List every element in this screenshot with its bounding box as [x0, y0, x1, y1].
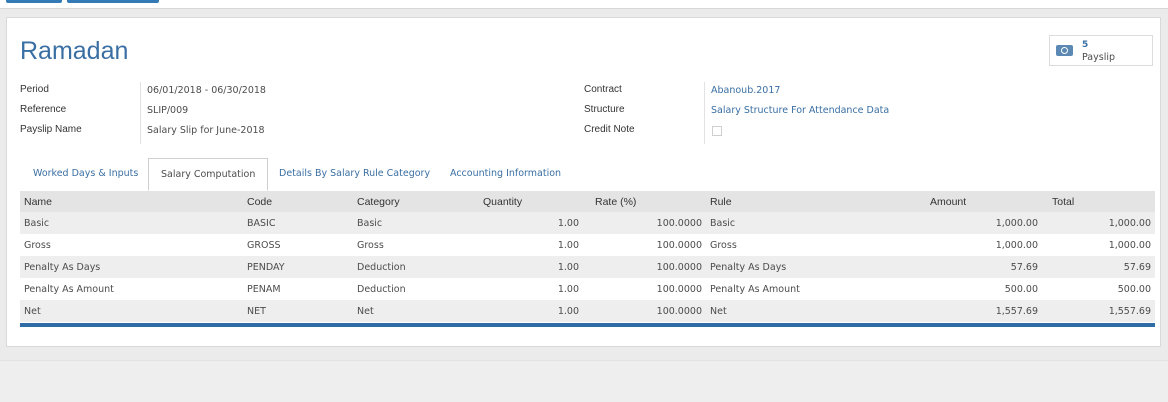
- cell-name: Penalty As Amount: [24, 283, 114, 295]
- cell-quantity: 1.00: [479, 212, 583, 234]
- tab-salary-computation[interactable]: Salary Computation: [148, 158, 269, 191]
- column-header-code[interactable]: Code: [243, 191, 353, 212]
- right-group-separator: [704, 82, 705, 144]
- table-row[interactable]: Net NET Net 1.00 100.0000 Net 1,557.69 1…: [20, 300, 1155, 322]
- reference-label: Reference: [20, 104, 67, 115]
- cell-rate: 100.0000: [583, 212, 706, 234]
- contract-link[interactable]: Abanoub.2017: [711, 85, 780, 96]
- top-button-2[interactable]: [67, 0, 159, 3]
- cell-rule: Gross: [710, 239, 737, 251]
- cell-rate: 100.0000: [656, 283, 702, 295]
- payslip-name-label: Payslip Name: [20, 124, 82, 135]
- chatter-area: [0, 360, 1168, 402]
- table-header-row: Name Code Category Quantity Rate (%) Rul…: [20, 191, 1155, 212]
- cell-amount: 500.00: [1004, 283, 1038, 295]
- cell-category: Deduction: [353, 256, 479, 278]
- cell-category: Deduction: [357, 283, 406, 295]
- cell-code: NET: [243, 300, 353, 322]
- cell-rule: Net: [706, 300, 930, 322]
- cell-quantity: 1.00: [479, 256, 583, 278]
- cell-total: 500.00: [1117, 283, 1151, 295]
- payslip-name-value[interactable]: Salary Slip for June-2018: [147, 125, 265, 136]
- top-control-strip: [0, 0, 1168, 9]
- cell-amount: 1,000.00: [995, 239, 1038, 251]
- cell-name: Penalty As Days: [20, 256, 243, 278]
- left-group-separator: [140, 82, 141, 144]
- reference-value[interactable]: SLIP/009: [147, 105, 188, 116]
- credit-note-checkbox[interactable]: [712, 126, 722, 136]
- tab-worked-days-inputs[interactable]: Worked Days & Inputs: [33, 168, 138, 179]
- column-header-amount[interactable]: Amount: [930, 191, 1042, 212]
- table-row[interactable]: Penalty As Days PENDAY Deduction 1.00 10…: [20, 256, 1155, 278]
- cell-rate: 100.0000: [656, 239, 702, 251]
- cell-code: GROSS: [247, 239, 281, 251]
- cell-rule: Penalty As Amount: [710, 283, 800, 295]
- table-row[interactable]: Penalty As Amount PENAM Deduction 1.00 1…: [20, 278, 1155, 300]
- cell-code: PENAM: [247, 283, 281, 295]
- cell-code: PENDAY: [243, 256, 353, 278]
- cell-name: Gross: [24, 239, 51, 251]
- table-row[interactable]: Basic BASIC Basic 1.00 100.0000 Basic 1,…: [20, 212, 1155, 234]
- top-button-1[interactable]: [6, 0, 62, 3]
- cell-amount: 57.69: [930, 256, 1042, 278]
- column-header-total[interactable]: Total: [1042, 191, 1155, 212]
- column-header-category[interactable]: Category: [353, 191, 479, 212]
- cell-rule: Penalty As Days: [706, 256, 930, 278]
- contract-label: Contract: [584, 84, 622, 95]
- tab-accounting-information[interactable]: Accounting Information: [450, 168, 561, 179]
- period-value[interactable]: 06/01/2018 - 06/30/2018: [147, 85, 266, 96]
- form-sheet: Ramadan 5 Payslip Period 06/01/2018 - 06…: [6, 17, 1161, 347]
- cell-amount: 1,000.00: [930, 212, 1042, 234]
- record-title: Ramadan: [20, 37, 129, 65]
- column-header-name[interactable]: Name: [20, 191, 243, 212]
- tab-details-by-salary-rule-category[interactable]: Details By Salary Rule Category: [279, 168, 430, 179]
- cell-total: 1,000.00: [1042, 212, 1155, 234]
- payslip-smart-button[interactable]: 5 Payslip: [1049, 35, 1153, 66]
- column-header-quantity[interactable]: Quantity: [479, 191, 583, 212]
- cell-total: 1,557.69: [1042, 300, 1155, 322]
- period-label: Period: [20, 84, 49, 95]
- cell-name: Net: [20, 300, 243, 322]
- cell-rate: 100.0000: [583, 300, 706, 322]
- cell-total: 1,000.00: [1108, 239, 1151, 251]
- salary-computation-table: Name Code Category Quantity Rate (%) Rul…: [20, 191, 1155, 322]
- table-row[interactable]: Gross GROSS Gross 1.00 100.0000 Gross 1,…: [20, 234, 1155, 256]
- payslip-count: 5: [1082, 40, 1089, 50]
- credit-note-label: Credit Note: [584, 124, 635, 135]
- cell-amount: 1,557.69: [930, 300, 1042, 322]
- column-header-rate[interactable]: Rate (%): [583, 191, 706, 212]
- cell-name: Basic: [20, 212, 243, 234]
- cell-quantity: 1.00: [557, 239, 579, 251]
- cell-category: Net: [353, 300, 479, 322]
- payslip-label: Payslip: [1082, 52, 1116, 63]
- cell-quantity: 1.00: [479, 300, 583, 322]
- notebook-tabs: Worked Days & Inputs Salary Computation …: [20, 158, 1155, 192]
- column-header-rule[interactable]: Rule: [706, 191, 930, 212]
- money-icon: [1056, 45, 1073, 56]
- cell-quantity: 1.00: [557, 283, 579, 295]
- cell-category: Gross: [357, 239, 384, 251]
- structure-link[interactable]: Salary Structure For Attendance Data: [711, 105, 889, 116]
- cell-rule: Basic: [706, 212, 930, 234]
- cell-code: BASIC: [243, 212, 353, 234]
- cell-total: 57.69: [1042, 256, 1155, 278]
- cell-category: Basic: [353, 212, 479, 234]
- cell-rate: 100.0000: [583, 256, 706, 278]
- structure-label: Structure: [584, 104, 625, 115]
- table-footer-bar: [20, 323, 1155, 327]
